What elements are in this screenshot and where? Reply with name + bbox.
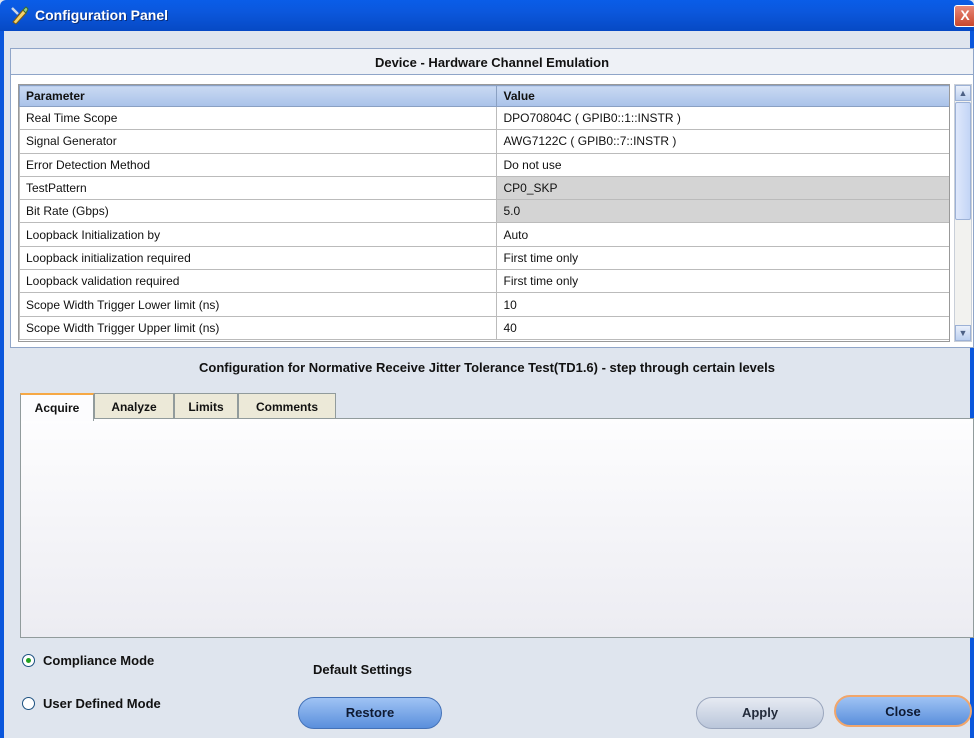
value-cell[interactable]: DPO70804C ( GPIB0::1::INSTR ): [496, 105, 949, 131]
radio-selected-icon: [22, 654, 35, 667]
value-cell[interactable]: Do not use: [496, 152, 949, 177]
parameter-table: Parameter Value Real Time Scope DPO70804C…: [19, 85, 949, 340]
table-row[interactable]: Loopback initialization required First ti…: [19, 245, 949, 271]
value-cell[interactable]: 10: [496, 292, 949, 317]
table-row[interactable]: Scope Width Trigger Lower limit (ns) 10: [19, 292, 949, 317]
parameter-cell: Signal Generator: [19, 129, 498, 154]
window-title: Configuration Panel: [35, 7, 168, 23]
compliance-mode-label: Compliance Mode: [43, 653, 155, 668]
table-row[interactable]: Loopback Initialization by Auto: [19, 222, 949, 247]
radio-unselected-icon: [22, 697, 35, 710]
device-panel-header: Device - Hardware Channel Emulation: [10, 48, 974, 75]
table-row[interactable]: Signal Generator AWG7122C ( GPIB0::7::INS…: [19, 129, 949, 154]
parameter-cell: Real Time Scope: [19, 105, 498, 131]
value-cell: 5.0: [496, 199, 949, 224]
parameter-cell: Loopback initialization required: [19, 245, 498, 271]
scroll-up-arrow-icon[interactable]: ▲: [955, 85, 971, 101]
value-cell[interactable]: AWG7122C ( GPIB0::7::INSTR ): [496, 129, 949, 154]
compliance-mode-radio[interactable]: Compliance Mode: [22, 653, 154, 668]
table-row[interactable]: Bit Rate (Gbps) 5.0: [19, 199, 949, 224]
parameter-cell: Error Detection Method: [19, 152, 498, 177]
value-cell[interactable]: Auto: [496, 222, 949, 247]
pen-wrench-icon: [11, 6, 29, 25]
parameter-cell: TestPattern: [19, 175, 498, 201]
grid-vertical-scrollbar[interactable]: ▲ ▼: [954, 84, 972, 342]
scroll-down-arrow-icon[interactable]: ▼: [955, 325, 971, 341]
window-close-button[interactable]: X: [954, 5, 974, 27]
value-cell[interactable]: 40: [496, 315, 949, 340]
parameter-cell: Bit Rate (Gbps): [19, 199, 498, 224]
parameter-grid[interactable]: Parameter Value Real Time Scope DPO70804C…: [18, 84, 950, 342]
table-row[interactable]: Real Time Scope DPO70804C ( GPIB0::1::INS…: [19, 105, 949, 131]
table-row[interactable]: Loopback validation required First time o…: [19, 269, 949, 294]
column-header-parameter[interactable]: Parameter: [19, 85, 498, 107]
tab-content-acquire: [20, 418, 974, 638]
user-defined-mode-label: User Defined Mode: [43, 696, 161, 711]
title-bar[interactable]: Configuration Panel X: [0, 0, 974, 31]
table-row[interactable]: TestPattern CP0_SKP: [19, 175, 949, 201]
tab-analyze[interactable]: Analyze: [94, 393, 174, 419]
test-config-title: Configuration for Normative Receive Jitt…: [199, 360, 775, 375]
parameter-cell: Loopback validation required: [19, 269, 498, 294]
user-defined-mode-radio[interactable]: User Defined Mode: [22, 696, 161, 711]
tab-acquire[interactable]: Acquire: [20, 393, 94, 421]
column-header-value[interactable]: Value: [496, 85, 949, 107]
apply-button[interactable]: Apply: [696, 697, 824, 729]
parameter-cell: Scope Width Trigger Lower limit (ns): [19, 292, 498, 317]
value-cell[interactable]: First time only: [496, 245, 949, 271]
value-cell[interactable]: First time only: [496, 269, 949, 294]
scroll-thumb[interactable]: [955, 102, 971, 220]
table-header-row: Parameter Value: [19, 85, 949, 107]
parameter-cell: Loopback Initialization by: [19, 222, 498, 247]
close-button[interactable]: Close: [834, 695, 972, 727]
default-settings-label: Default Settings: [313, 662, 412, 677]
table-row[interactable]: Error Detection Method Do not use: [19, 152, 949, 177]
value-cell: CP0_SKP: [496, 175, 949, 201]
tab-comments[interactable]: Comments: [238, 393, 336, 419]
parameter-cell: Scope Width Trigger Upper limit (ns): [19, 315, 498, 340]
table-row[interactable]: Scope Width Trigger Upper limit (ns) 40: [19, 315, 949, 340]
tab-limits[interactable]: Limits: [174, 393, 238, 419]
restore-button[interactable]: Restore: [298, 697, 442, 729]
